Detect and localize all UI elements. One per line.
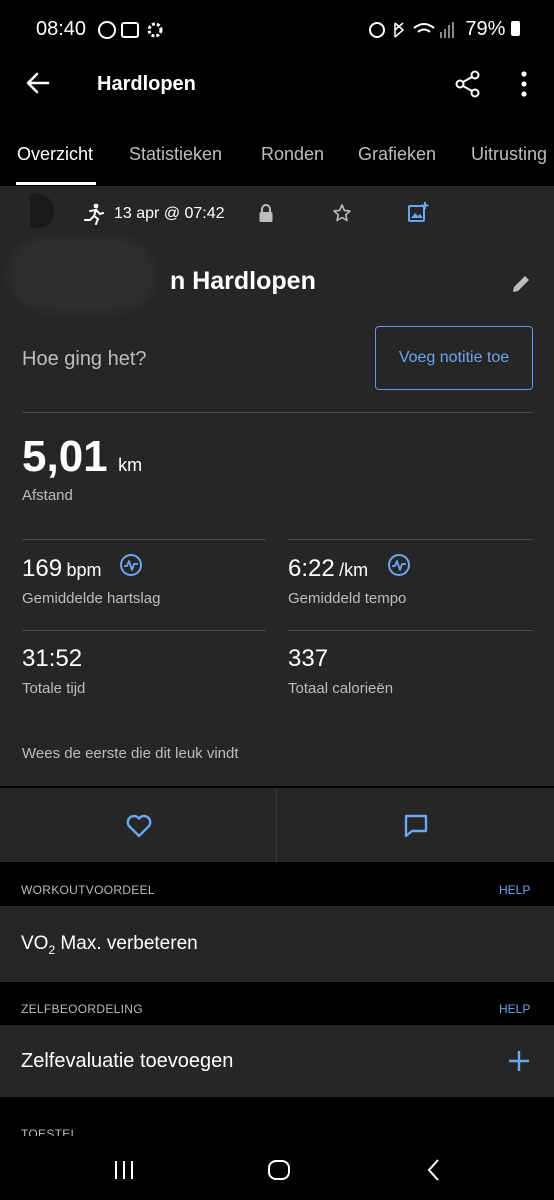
redacted-name-blur [8,238,156,312]
add-self-evaluation-label: Zelfevaluatie toevoegen [21,1050,234,1072]
pace-value: 6:22 [288,555,335,582]
lock-icon[interactable] [258,204,274,224]
add-plus-icon[interactable] [507,1049,531,1073]
status-time: 08:40 [36,18,87,40]
action-bar [0,788,554,862]
distance-label: Afstand [22,487,73,504]
status-icons-right [369,22,454,38]
distance-value: 5,01 [22,432,108,481]
pace-pulse-icon[interactable] [387,553,411,577]
workout-benefit-value: VO2 Max. verbeteren [21,933,198,957]
calories-label: Totaal calorieën [288,680,394,697]
divider [288,630,533,631]
divider [288,539,533,540]
device-header: TOESTEL [21,1127,78,1136]
back-nav-icon[interactable] [425,1158,441,1182]
heart-rate-label: Gemiddelde hartslag [22,590,161,607]
more-options-icon[interactable] [518,70,530,98]
page-title: Hardlopen [97,73,196,95]
heart-rate-metric: 169 bpm [22,555,102,583]
running-icon [84,203,104,225]
workout-benefit-header: WORKOUTVOORDEEL [21,883,155,897]
calories-value: 337 [288,645,329,672]
action-divider [276,788,277,862]
activity-date: 13 apr @ 07:42 [114,205,225,222]
tab-statistieken[interactable]: Statistieken [129,144,222,165]
tab-overzicht[interactable]: Overzicht [17,144,93,165]
total-time-label: Totale tijd [22,680,86,697]
comment-icon[interactable] [403,813,429,839]
tab-uitrusting[interactable]: Uitrusting [471,144,547,165]
self-evaluation-help-link[interactable]: HELP [499,1002,530,1016]
like-heart-icon[interactable] [125,813,153,839]
workout-help-link[interactable]: HELP [499,883,530,897]
divider [22,630,266,631]
star-icon[interactable] [332,203,352,223]
recent-apps-icon[interactable] [112,1159,136,1181]
self-evaluation-header: ZELFBEOORDELING [21,1002,143,1016]
heart-rate-pulse-icon[interactable] [119,553,143,577]
divider [22,539,266,540]
tab-grafieken[interactable]: Grafieken [358,144,436,165]
pace-metric: 6:22 /km [288,555,368,583]
heart-rate-value: 169 [22,555,63,582]
distance-unit: km [118,455,143,475]
pace-label: Gemiddeld tempo [288,590,407,607]
likes-text: Wees de eerste die dit leuk vindt [22,745,239,762]
distance-metric: 5,01 km [22,432,142,482]
status-icons-left [98,21,163,39]
add-photo-icon[interactable] [407,201,429,223]
tab-ronden[interactable]: Ronden [261,144,324,165]
back-arrow-icon[interactable] [25,70,51,96]
heart-rate-unit: bpm [66,560,102,580]
home-icon[interactable] [266,1158,292,1182]
activity-name: n Hardlopen [170,267,316,295]
status-battery: 79% [465,18,520,41]
divider [22,412,533,413]
pace-unit: /km [339,560,369,580]
share-icon[interactable] [455,70,481,98]
add-note-button[interactable]: Voeg notitie toe [375,326,533,390]
active-tab-indicator [16,182,96,185]
edit-pencil-icon[interactable] [510,273,532,295]
how-did-it-go-label: Hoe ging het? [22,348,147,370]
total-time-value: 31:52 [22,645,83,672]
